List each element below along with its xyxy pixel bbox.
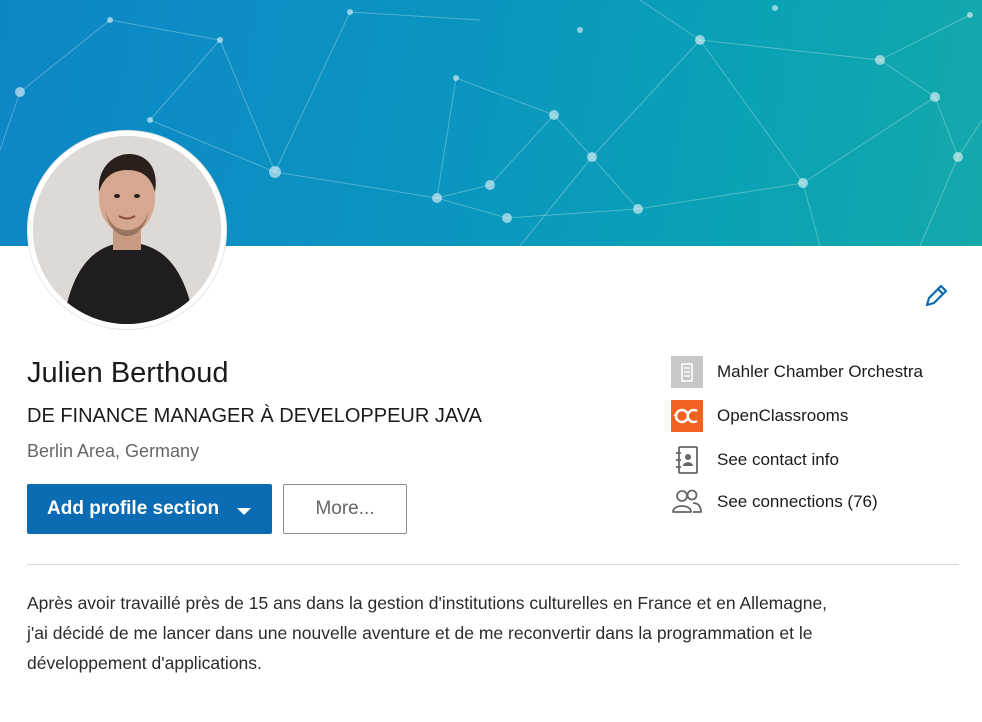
- pencil-icon: [925, 284, 948, 307]
- sidebar-item-company[interactable]: Mahler Chamber Orchestra: [671, 356, 923, 388]
- sidebar-item-contact-info[interactable]: See contact info: [671, 444, 839, 476]
- person-portrait: [33, 136, 221, 324]
- avatar: [33, 136, 221, 324]
- sidebar-item-label: See connections (76): [717, 492, 878, 511]
- people-icon: [671, 486, 703, 518]
- section-divider: [27, 564, 959, 565]
- profile-name: Julien Berthoud: [27, 357, 229, 389]
- add-profile-section-label: Add profile section: [47, 498, 220, 519]
- openclassrooms-logo-icon: [671, 400, 703, 432]
- edit-profile-button[interactable]: [922, 282, 950, 310]
- sidebar-item-label: OpenClassrooms: [717, 406, 849, 425]
- more-label: More...: [315, 498, 375, 519]
- summary-line: développement d'applications.: [27, 653, 262, 673]
- profile-headline: DE FINANCE MANAGER À DEVELOPPEUR JAVA: [27, 405, 482, 427]
- profile-photo[interactable]: [28, 131, 226, 329]
- sidebar-item-label: See contact info: [717, 450, 839, 469]
- sidebar-item-school[interactable]: OpenClassrooms: [671, 400, 848, 432]
- caret-down-icon: [237, 508, 251, 515]
- profile-location: Berlin Area, Germany: [27, 441, 200, 461]
- summary-line: j'ai décidé de me lancer dans une nouvel…: [27, 623, 813, 643]
- company-logo-icon: [671, 356, 703, 388]
- sidebar-item-connections[interactable]: See connections (76): [671, 486, 878, 518]
- contact-book-icon: [671, 444, 703, 476]
- summary-line: Après avoir travaillé près de 15 ans dan…: [27, 593, 828, 613]
- sidebar-item-label: Mahler Chamber Orchestra: [717, 362, 923, 381]
- add-profile-section-button[interactable]: Add profile section: [27, 484, 272, 534]
- profile-summary: Après avoir travaillé près de 15 ans dan…: [27, 588, 957, 678]
- more-button[interactable]: More...: [283, 484, 407, 534]
